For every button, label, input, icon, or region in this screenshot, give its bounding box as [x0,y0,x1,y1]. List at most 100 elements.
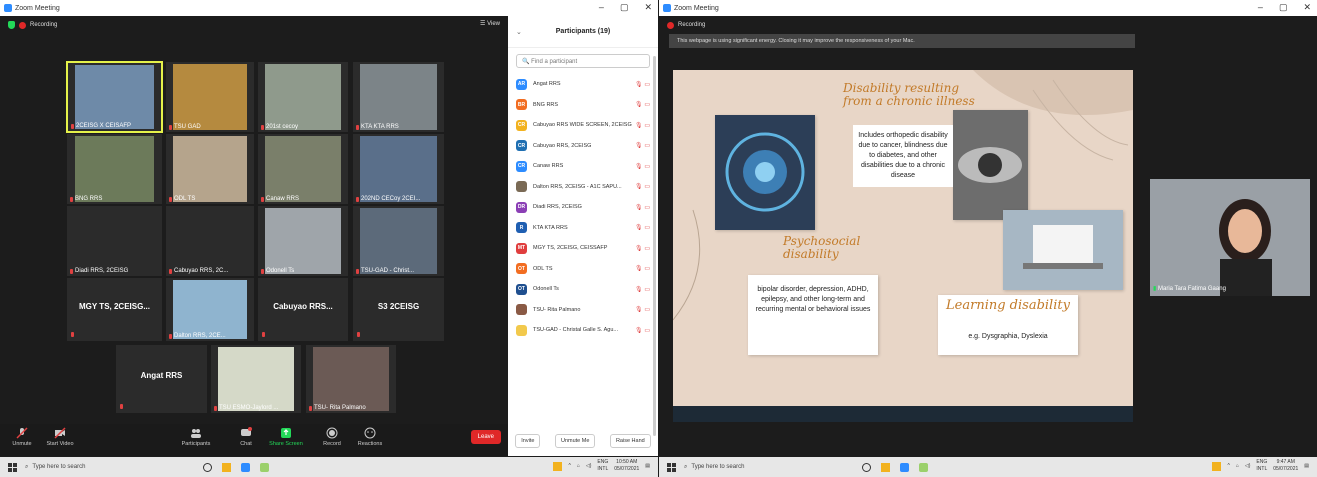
participant-video [265,64,341,130]
network-icon[interactable]: ⌂ [1236,463,1239,469]
network-icon[interactable]: ⌂ [577,463,580,469]
video-tile[interactable]: TSU-GAD - Christ... [352,205,445,277]
video-tile[interactable]: Odonell Ts [257,205,349,277]
cortana-icon[interactable] [203,462,212,472]
participants-button[interactable]: Participants [176,427,216,447]
video-tile[interactable]: TSU GAD [165,61,255,133]
participant-name-text: TSU ESMO-Jaylord ... [219,405,279,411]
speaker-video [1150,179,1310,296]
language-indicator[interactable]: ENG INTL [1256,459,1267,473]
clock-time: 10:50 AM [616,459,638,465]
cortana-icon[interactable] [862,462,871,472]
file-explorer-icon[interactable] [881,462,890,472]
taskbar-search[interactable]: ⌕ Type here to search [684,464,844,471]
avatar [516,324,527,336]
leave-button[interactable]: Leave [470,430,501,444]
security-shield-icon[interactable] [8,21,15,29]
start-video-button[interactable]: Start Video [40,427,80,447]
share-screen-button[interactable]: Share Screen [266,427,306,447]
participant-name: Diadi RRS, 2CEISG [533,204,582,211]
participant-name: Cabuyao RRS, 2CEISG [533,142,592,149]
volume-icon[interactable]: ◁) [1245,463,1251,469]
participant-row[interactable]: TSU- Rita Palmano 🎙 ▭ [508,300,658,321]
chat-button[interactable]: Chat [226,427,266,447]
clock[interactable]: 9:47 AM 05/07/2021 [1273,459,1298,473]
video-tile[interactable]: KTA KTA RRS [352,61,445,133]
video-tile[interactable]: MGY TS, 2CEISG... [66,277,163,342]
participant-row[interactable]: MT MGY TS, 2CEISG, CEISSAFP 🎙 ▭ [508,238,658,259]
participant-row[interactable]: OT ODL TS 🎙 ▭ [508,259,658,280]
participant-row[interactable]: Dalton RRS, 2CEISG - A1C SAPU... 🎙 ▭ [508,177,658,198]
minimize-icon[interactable]: – [599,2,604,13]
video-tile[interactable]: Dalton RRS, 2CE... [165,277,255,342]
participant-name-text: TSU-GAD - Christ... [361,268,415,274]
participant-row[interactable]: CR Cabuyao RRS WIDE SCREEN, 2CEISG 🎙 ▭ [508,115,658,136]
taskbar-search[interactable]: ⌕ Type here to search [25,464,185,471]
notification-icon[interactable]: ▤ [1304,463,1309,469]
paint-app-icon[interactable] [919,462,928,472]
maximize-icon[interactable]: ▢ [1279,2,1288,13]
find-participant-input[interactable]: 🔍 Find a participant [516,54,650,68]
scrollbar[interactable] [653,56,656,436]
participant-name: 201st cecoy [261,124,298,130]
paint-app-icon[interactable] [260,462,269,472]
participant-name: MGY TS, 2CEISG, CEISSAFP [533,245,608,252]
close-icon[interactable]: ✕ [1303,2,1311,13]
language-indicator[interactable]: ENG INTL [597,459,608,473]
speaker-video-tile[interactable]: ▮ Maria Tara Fatima Gaang [1150,179,1310,296]
invite-button[interactable]: Invite [515,434,541,448]
participant-row[interactable]: BR BNG RRS 🎙 ▭ [508,95,658,116]
view-button[interactable]: ☰ View [480,20,500,27]
clock-date: 05/07/2021 [614,466,640,472]
muted-mic-icon [169,268,172,274]
chevron-down-icon[interactable]: ⌄ [516,28,522,36]
video-tile[interactable]: Angat RRS [115,344,208,414]
record-button[interactable]: Record [312,427,352,447]
chevron-up-icon[interactable]: ^ [1227,463,1229,469]
raise-hand-button[interactable]: Raise Hand [609,434,651,448]
notification-icon[interactable]: ▤ [645,463,650,469]
participant-name: Odonell Ts [533,286,559,293]
mic-video-status-icon: 🎙 ▭ [635,266,650,273]
minimize-icon[interactable]: – [1258,2,1263,13]
chevron-up-icon[interactable]: ^ [568,463,570,469]
participant-row[interactable]: CR Canaw RRS 🎙 ▭ [508,156,658,177]
participant-row[interactable]: R KTA KTA RRS 🎙 ▭ [508,218,658,239]
tray-app-icon[interactable] [553,461,563,471]
close-icon[interactable]: ✕ [644,2,652,13]
clock[interactable]: 10:50 AM 05/07/2021 [614,459,639,473]
unmute-me-button[interactable]: Unmute Me [554,434,596,448]
video-tile[interactable]: Diadi RRS, 2CEISG [66,205,163,277]
video-tile[interactable]: 202ND CECoy 2CEI... [352,133,445,205]
file-explorer-icon[interactable] [222,462,231,472]
video-tile[interactable]: Canaw RRS [257,133,349,205]
participant-row[interactable]: DR Diadi RRS, 2CEISG 🎙 ▭ [508,197,658,218]
windows-start-icon[interactable] [667,462,676,472]
video-tile[interactable]: Cabuyao RRS, 2C... [165,205,255,277]
participant-name: TSU-GAD - Christal Galle S. Agu... [533,327,618,334]
avatar: CR [516,119,527,131]
zoom-app-icon[interactable] [900,462,909,472]
reactions-button[interactable]: Reactions [350,427,390,447]
video-tile[interactable]: S3 2CEISG [352,277,445,342]
lang-line2: INTL [597,466,609,472]
participant-row[interactable]: TSU-GAD - Christal Galle S. Agu... 🎙 ▭ [508,320,658,341]
volume-icon[interactable]: ◁) [586,463,592,469]
video-tile[interactable]: BNG RRS [66,133,163,205]
video-tile[interactable]: 201st cecoy [257,61,349,133]
video-tile[interactable]: TSU- Rita Palmano [305,344,397,414]
video-tile[interactable]: ODL TS [165,133,255,205]
video-tile[interactable]: TSU ESMO-Jaylord ... [210,344,302,414]
participant-row[interactable]: AR Angat RRS 🎙 ▭ [508,74,658,95]
windows-start-icon[interactable] [8,462,17,472]
share-screen-label: Share Screen [269,441,303,447]
video-tile[interactable]: 2CEISG X CEISAFP [66,61,163,133]
zoom-app-icon[interactable] [241,462,250,472]
video-tile[interactable]: Cabuyao RRS... [257,277,349,342]
tray-app-icon[interactable] [1212,461,1222,471]
participant-row[interactable]: CR Cabuyao RRS, 2CEISG 🎙 ▭ [508,136,658,157]
participant-row[interactable]: OT Odonell Ts 🎙 ▭ [508,279,658,300]
maximize-icon[interactable]: ▢ [620,2,629,13]
unmute-button[interactable]: Unmute [2,427,42,447]
eye-icon [958,147,1022,183]
